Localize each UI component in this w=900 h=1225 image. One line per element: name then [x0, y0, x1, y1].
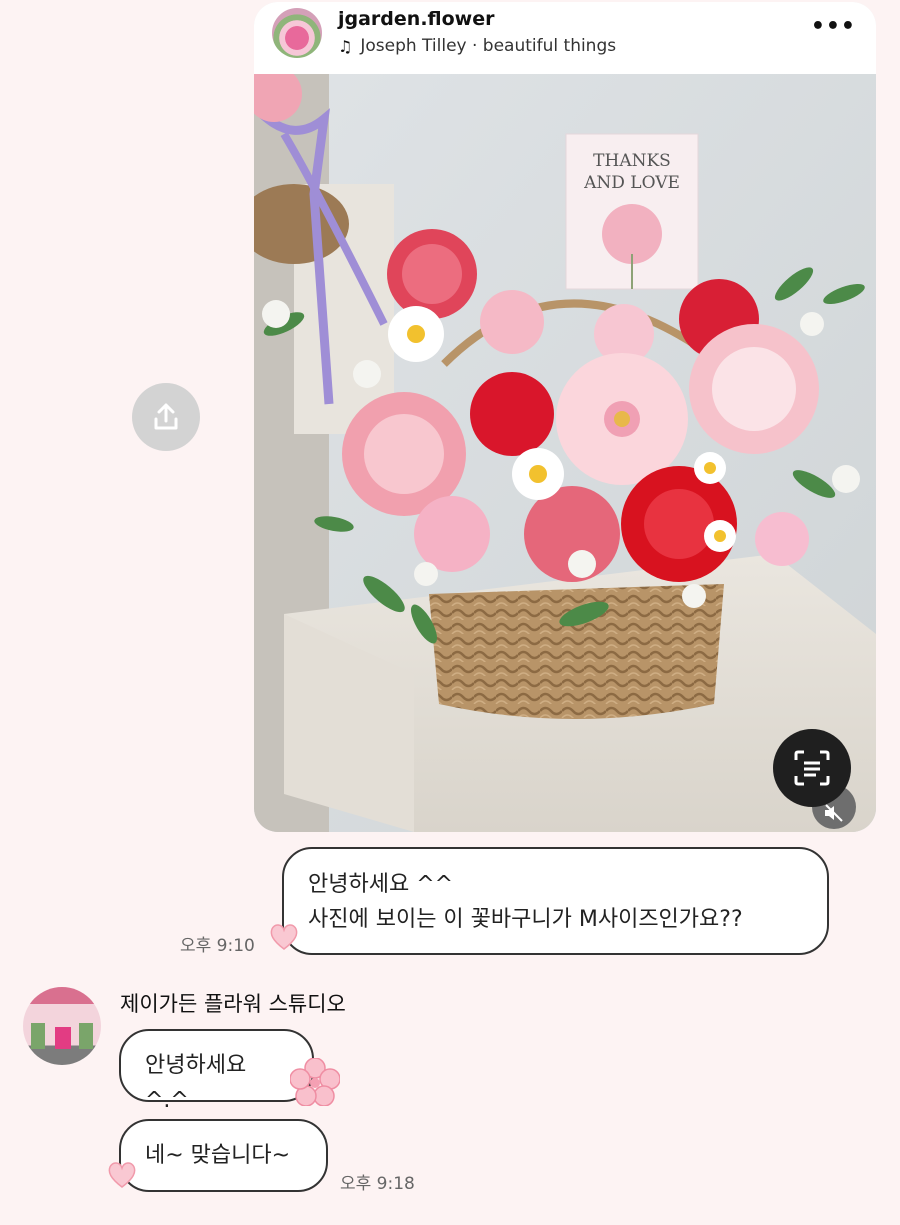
scan-text-icon	[794, 750, 830, 786]
card-text-line1: THANKS	[593, 151, 671, 171]
speaker-muted-icon	[825, 804, 843, 822]
sender-avatar[interactable]	[23, 987, 101, 1065]
share-button[interactable]	[132, 383, 200, 451]
received-message-bubble[interactable]: 안녕하세요^.^	[119, 1029, 314, 1113]
post-photo[interactable]: THANKS AND LOVE	[254, 74, 876, 832]
heart-reaction-icon[interactable]	[106, 1160, 138, 1190]
received-message-text: 안녕하세요^.^	[145, 1053, 247, 1113]
heart-reaction-icon[interactable]	[268, 922, 300, 952]
shared-post-card[interactable]: jgarden.flower ♫ Joseph Tilley · beautif…	[254, 2, 876, 832]
sender-name: 제이가든 플라워 스튜디오	[120, 992, 346, 1016]
sent-message-bubble[interactable]: 안녕하세요 ^^ 사진에 보이는 이 꽃바구니가 M사이즈인가요??	[282, 847, 829, 955]
music-info[interactable]: ♫ Joseph Tilley · beautiful things	[338, 36, 616, 56]
share-icon	[154, 403, 178, 430]
received-timestamp: 오후 9:18	[340, 1174, 415, 1194]
received-message-text-2: 네~ 맞습니다~	[145, 1143, 291, 1168]
post-header: jgarden.flower ♫ Joseph Tilley · beautif…	[254, 2, 876, 74]
sent-message-line1: 안녕하세요 ^^	[308, 872, 454, 897]
music-title: Joseph Tilley · beautiful things	[360, 36, 617, 56]
cherry-blossom-icon[interactable]	[290, 1058, 340, 1106]
scan-text-button[interactable]	[773, 729, 851, 807]
card-text-line2: AND LOVE	[583, 173, 680, 193]
sent-timestamp: 오후 9:10	[180, 936, 255, 956]
account-avatar[interactable]	[272, 8, 322, 58]
received-message-bubble-2[interactable]: 네~ 맞습니다~	[119, 1119, 328, 1192]
music-note-icon: ♫	[338, 36, 353, 56]
account-name[interactable]: jgarden.flower	[338, 8, 494, 30]
sent-message-line2: 사진에 보이는 이 꽃바구니가 M사이즈인가요??	[308, 907, 743, 932]
more-icon[interactable]: •••	[811, 14, 856, 39]
